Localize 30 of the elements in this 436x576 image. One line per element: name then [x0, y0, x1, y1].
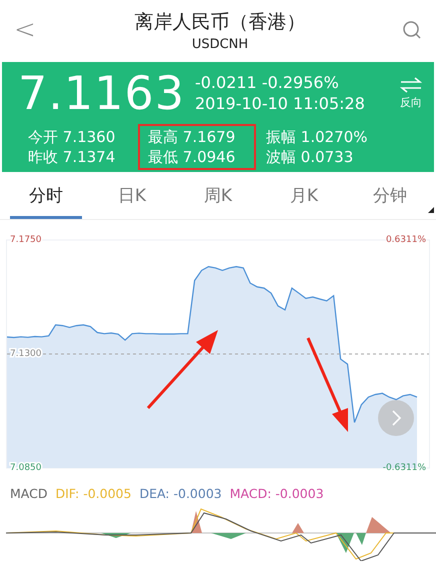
dropdown-corner-icon: [428, 207, 434, 213]
chart-tab[interactable]: 日K: [96, 180, 168, 219]
macd-value: MACD: -0.0003: [230, 486, 324, 501]
indicator-name: MACD: [10, 486, 48, 501]
stat-value: 今开 7.1360: [27, 127, 116, 147]
reverse-button[interactable]: 反向: [400, 76, 422, 110]
axis-label: 7.0850: [10, 463, 42, 473]
stat-value: 最低 7.0946: [138, 147, 256, 170]
chevron-icon: [390, 409, 402, 427]
stat-value: 最高 7.1679: [138, 124, 256, 147]
price-change: -0.0211 -0.2956%: [194, 73, 340, 92]
symbol-label: USDCNH: [192, 36, 248, 52]
chart-tab[interactable]: 月K: [268, 180, 340, 219]
percent-label: -0.6311%: [382, 463, 426, 473]
chart-tab[interactable]: 分时: [10, 180, 82, 219]
percent-label: 0.6311%: [386, 235, 426, 245]
chart-tab[interactable]: 周K: [182, 180, 254, 219]
stat-value: 昨收 7.1374: [27, 147, 116, 168]
axis-label: 7.1750: [10, 235, 42, 245]
page-title: 离岸人民币（香港）: [134, 10, 306, 34]
current-price: 7.1163: [18, 66, 185, 120]
dea-value: DEA: -0.0003: [139, 486, 222, 501]
chart-tab[interactable]: 分钟: [354, 180, 426, 219]
back-button[interactable]: <: [14, 15, 38, 45]
stat-value: 振幅 1.0270%: [265, 127, 369, 147]
quote-time: 2019-10-10 11:05:28: [194, 94, 366, 113]
stat-value: 波幅 0.0733: [265, 147, 354, 168]
search-icon[interactable]: [402, 20, 422, 40]
axis-label: 7.1300: [10, 349, 42, 359]
dif-value: DIF: -0.0005: [55, 486, 132, 501]
